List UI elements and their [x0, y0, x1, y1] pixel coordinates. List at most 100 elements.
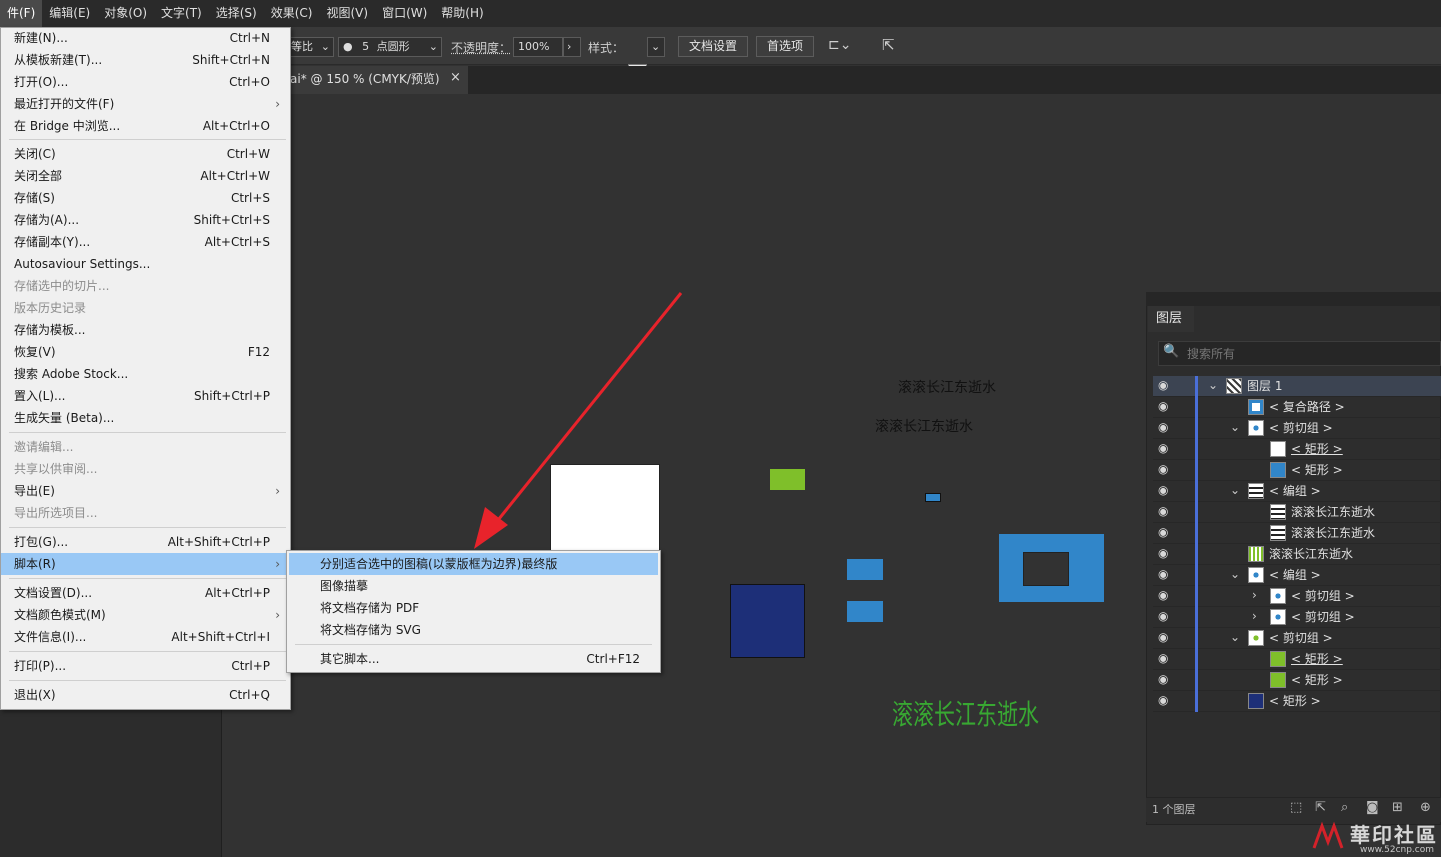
ratio-dropdown[interactable]: 等比 ⌄	[286, 37, 334, 57]
menu-object[interactable]: 对象(O)	[97, 0, 154, 27]
layer-row[interactable]: ◉ < 矩形 >	[1153, 460, 1441, 481]
file-menu-item[interactable]: 存储为(A)... Shift+Ctrl+S	[1, 209, 290, 231]
layer-name[interactable]: < 矩形 >	[1291, 462, 1343, 478]
visibility-eye-icon[interactable]: ◉	[1158, 651, 1168, 665]
file-menu-item[interactable]: 存储(S) Ctrl+S	[1, 187, 290, 209]
layer-row[interactable]: ◉ › < 剪切组 >	[1153, 607, 1441, 628]
visibility-eye-icon[interactable]: ◉	[1158, 672, 1168, 686]
layer-name[interactable]: < 编组 >	[1269, 567, 1321, 583]
layer-name[interactable]: 滚滚长江东逝水	[1291, 525, 1375, 541]
file-menu-item[interactable]: 文档颜色模式(M) ›	[1, 604, 290, 626]
layer-name[interactable]: < 矩形 >	[1291, 672, 1343, 688]
artwork-text-2[interactable]: 滚滚长江东逝水	[875, 416, 973, 436]
file-menu-item[interactable]: 新建(N)... Ctrl+N	[1, 27, 290, 49]
file-menu-item[interactable]: 生成矢量 (Beta)...	[1, 407, 290, 429]
script-menu-item[interactable]: 其它脚本... Ctrl+F12	[287, 648, 660, 670]
visibility-eye-icon[interactable]: ◉	[1158, 546, 1168, 560]
layer-row[interactable]: ◉ 滚滚长江东逝水	[1153, 502, 1441, 523]
visibility-eye-icon[interactable]: ◉	[1158, 483, 1168, 497]
layer-row[interactable]: ◉ ⌄ 图层 1	[1153, 376, 1441, 397]
arrange-icon[interactable]: ⊏⌄	[828, 37, 851, 53]
preferences-button[interactable]: 首选项	[756, 36, 815, 57]
new-layer-icon[interactable]: ⊕	[1420, 800, 1431, 815]
layers-tab[interactable]: 图层	[1148, 306, 1194, 332]
compound-path-frame[interactable]	[999, 534, 1104, 602]
layer-row[interactable]: ◉ ⌄ < 编组 >	[1153, 565, 1441, 586]
file-menu-item[interactable]: 搜索 Adobe Stock...	[1, 363, 290, 385]
layer-row[interactable]: ◉ ⌄ < 剪切组 >	[1153, 628, 1441, 649]
layer-name[interactable]: < 矩形 >	[1269, 693, 1321, 709]
file-menu-item[interactable]: 关闭全部 Alt+Ctrl+W	[1, 165, 290, 187]
locate-object-icon[interactable]: ⌕	[1341, 800, 1348, 815]
file-menu-item[interactable]: 文件信息(I)... Alt+Shift+Ctrl+I	[1, 626, 290, 648]
chevron-down-icon[interactable]: ⌄	[647, 37, 665, 57]
file-menu-item[interactable]: 共享以供审阅...	[1, 458, 290, 480]
visibility-eye-icon[interactable]: ◉	[1158, 630, 1168, 644]
blue-rectangle-2[interactable]	[847, 601, 883, 622]
script-menu-item[interactable]: 将文档存储为 SVG	[287, 619, 660, 641]
layer-name[interactable]: < 复合路径 >	[1269, 399, 1345, 415]
expand-chevron-right-icon[interactable]: ›	[1252, 609, 1257, 623]
file-menu-item[interactable]: 版本历史记录	[1, 297, 290, 319]
file-menu-item[interactable]: 打印(P)... Ctrl+P	[1, 655, 290, 677]
document-tab[interactable]: ai* @ 150 % (CMYK/预览)	[286, 66, 468, 94]
file-menu-item[interactable]: 导出(E) ›	[1, 480, 290, 502]
share-icon[interactable]: ⇱	[882, 36, 895, 54]
script-menu-item[interactable]: 图像描摹	[287, 575, 660, 597]
brush-dropdown[interactable]: ● 5 点圆形 ⌄	[338, 37, 442, 57]
visibility-eye-icon[interactable]: ◉	[1158, 588, 1168, 602]
layer-row[interactable]: ◉ < 矩形 >	[1153, 670, 1441, 691]
visibility-eye-icon[interactable]: ◉	[1158, 609, 1168, 623]
small-blue-rectangle[interactable]	[925, 493, 941, 502]
layer-row[interactable]: ◉ › < 剪切组 >	[1153, 586, 1441, 607]
navy-rectangle[interactable]	[730, 584, 805, 658]
layer-row[interactable]: ◉ ⌄ < 编组 >	[1153, 481, 1441, 502]
menu-file[interactable]: 件(F)	[0, 0, 43, 27]
script-menu-item[interactable]: 分别适合选中的图稿(以蒙版框为边界)最终版	[289, 553, 658, 575]
document-setup-button[interactable]: 文档设置	[678, 36, 749, 57]
visibility-eye-icon[interactable]: ◉	[1158, 399, 1168, 413]
visibility-eye-icon[interactable]: ◉	[1158, 420, 1168, 434]
visibility-eye-icon[interactable]: ◉	[1158, 378, 1168, 392]
layer-row[interactable]: ◉ < 矩形 >	[1153, 649, 1441, 670]
layer-name[interactable]: 图层 1	[1247, 378, 1282, 394]
artwork-text-green[interactable]: 滚滚长江东逝水	[892, 693, 1039, 733]
file-menu-item[interactable]: 退出(X) Ctrl+Q	[1, 684, 290, 706]
layer-name[interactable]: < 剪切组 >	[1291, 609, 1355, 625]
chevron-right-icon[interactable]: ›	[563, 37, 581, 57]
file-menu-item[interactable]: 存储副本(Y)... Alt+Ctrl+S	[1, 231, 290, 253]
menu-select[interactable]: 选择(S)	[209, 0, 264, 27]
file-menu-item[interactable]: 打包(G)... Alt+Shift+Ctrl+P	[1, 531, 290, 553]
visibility-eye-icon[interactable]: ◉	[1158, 525, 1168, 539]
layer-row[interactable]: ◉ 滚滚长江东逝水	[1153, 523, 1441, 544]
expand-chevron-down-icon[interactable]: ⌄	[1230, 567, 1240, 581]
menu-type[interactable]: 文字(T)	[154, 0, 209, 27]
file-menu-item[interactable]: 从模板新建(T)... Shift+Ctrl+N	[1, 49, 290, 71]
layer-row[interactable]: ◉ < 矩形 >	[1153, 691, 1441, 712]
file-menu-item[interactable]: 存储为模板...	[1, 319, 290, 341]
layer-name[interactable]: < 剪切组 >	[1269, 630, 1333, 646]
menu-view[interactable]: 视图(V)	[319, 0, 375, 27]
menu-effect[interactable]: 效果(C)	[264, 0, 320, 27]
expand-chevron-down-icon[interactable]: ⌄	[1230, 483, 1240, 497]
green-rectangle[interactable]	[770, 469, 805, 490]
opacity-input[interactable]: 100%	[513, 37, 563, 57]
file-menu-item[interactable]: Autosaviour Settings...	[1, 253, 290, 275]
layer-name[interactable]: < 剪切组 >	[1269, 420, 1333, 436]
script-menu-item[interactable]: 将文档存储为 PDF	[287, 597, 660, 619]
layer-row[interactable]: ◉ ⌄ < 剪切组 >	[1153, 418, 1441, 439]
layer-row[interactable]: ◉ 滚滚长江东逝水	[1153, 544, 1441, 565]
close-icon[interactable]: ×	[450, 70, 461, 85]
layer-row[interactable]: ◉ < 复合路径 >	[1153, 397, 1441, 418]
expand-chevron-down-icon[interactable]: ⌄	[1230, 420, 1240, 434]
collect-export-icon[interactable]: ⬚	[1290, 800, 1302, 815]
expand-chevron-right-icon[interactable]: ›	[1252, 588, 1257, 602]
layer-name[interactable]: < 矩形 >	[1291, 441, 1343, 457]
file-menu-item[interactable]: 导出所选项目...	[1, 502, 290, 524]
file-menu-item[interactable]: 脚本(R) ›	[1, 553, 290, 575]
menu-window[interactable]: 窗口(W)	[375, 0, 434, 27]
file-menu-item[interactable]: 最近打开的文件(F) ›	[1, 93, 290, 115]
layer-name[interactable]: 滚滚长江东逝水	[1291, 504, 1375, 520]
file-menu-item[interactable]: 文档设置(D)... Alt+Ctrl+P	[1, 582, 290, 604]
layer-name[interactable]: < 编组 >	[1269, 483, 1321, 499]
